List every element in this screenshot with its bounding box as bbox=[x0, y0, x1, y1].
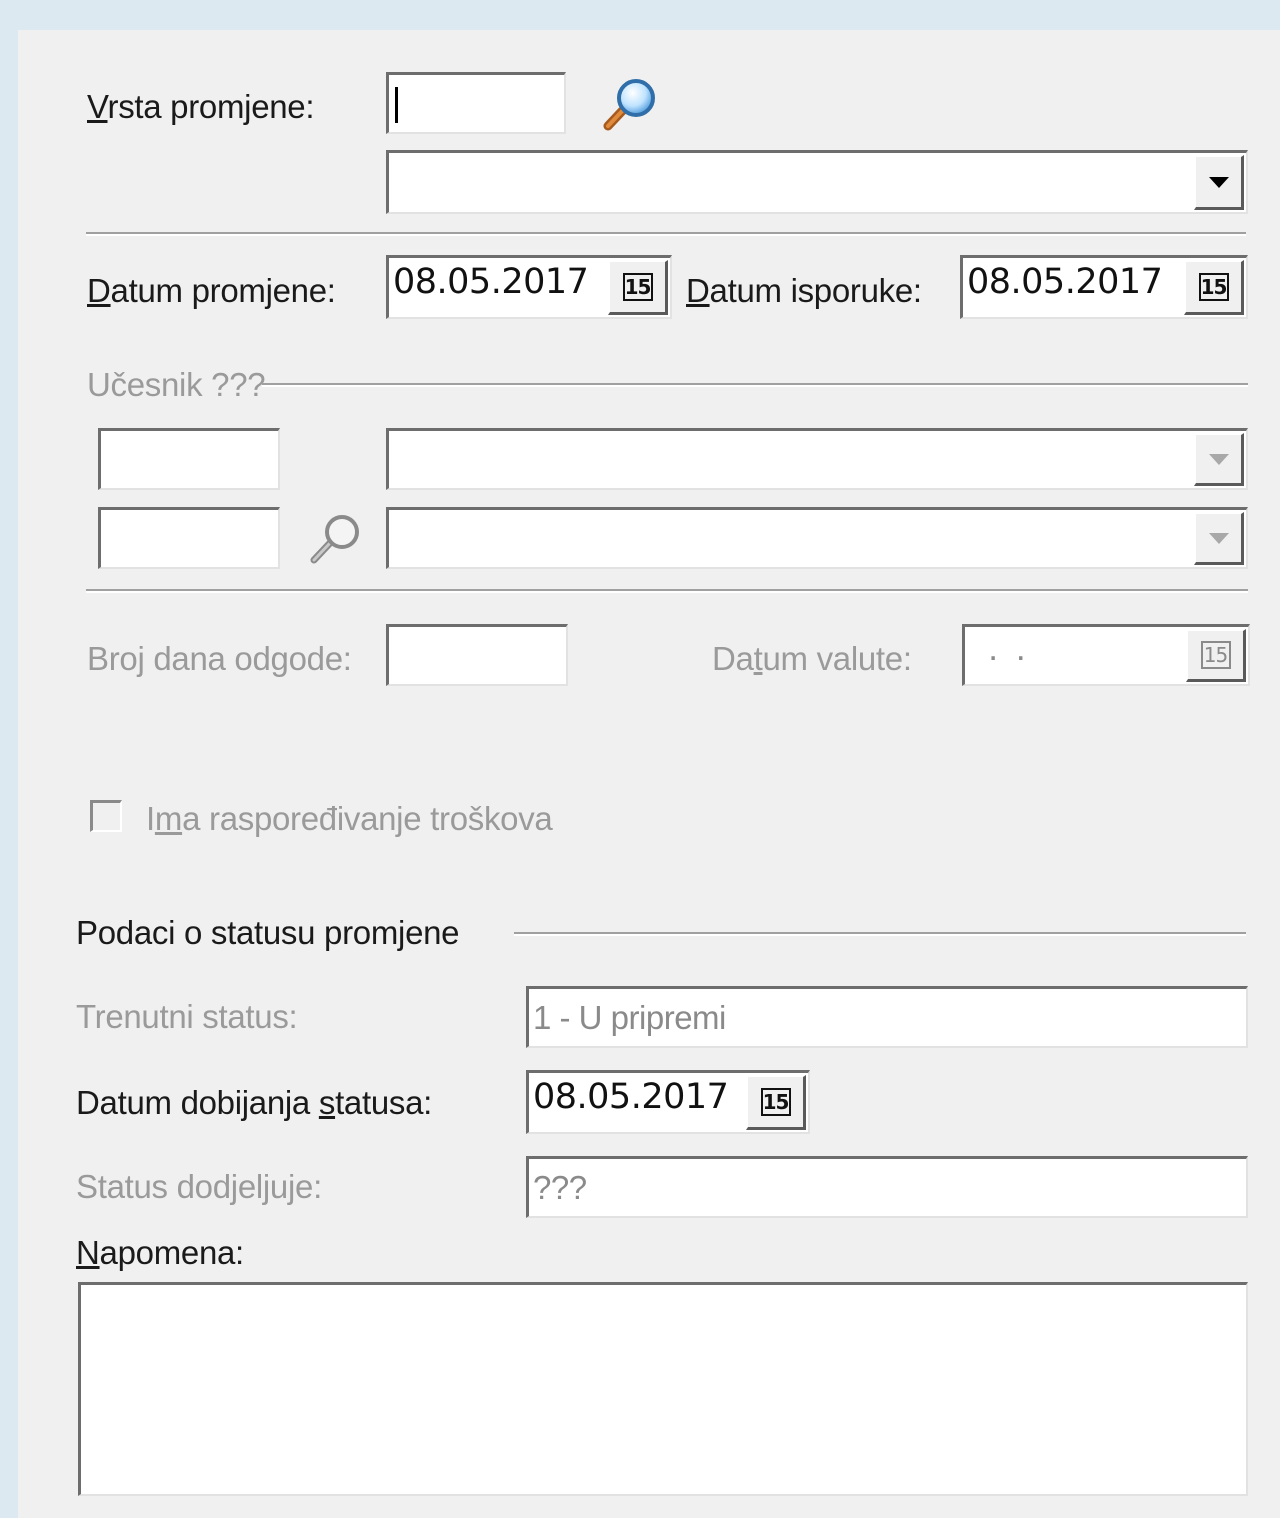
datum-isporuke-label: Datum isporuke: bbox=[686, 272, 922, 309]
status-dodjeljuje-label: Status dodjeljuje: bbox=[76, 1168, 322, 1205]
status-dodjeljuje-field: ??? bbox=[526, 1156, 1248, 1218]
text-caret bbox=[395, 87, 398, 123]
datum-promjene-calendar-button[interactable]: 15 bbox=[608, 260, 668, 315]
calendar-icon: 15 bbox=[760, 1088, 791, 1116]
calendar-icon: 15 bbox=[1200, 641, 1231, 669]
status-section-title: Podaci o statusu promjene bbox=[76, 914, 460, 951]
dropdown-button[interactable] bbox=[1194, 155, 1244, 210]
datum-promjene-input[interactable]: 08.05.2017 15 bbox=[386, 255, 672, 319]
vrsta-promjene-label: Vrsta promjene: bbox=[87, 88, 315, 125]
datum-dobijanja-calendar-button[interactable]: 15 bbox=[746, 1075, 806, 1130]
datum-dobijanja-statusa-input[interactable]: 08.05.2017 15 bbox=[526, 1070, 810, 1134]
datum-promjene-label: Datum promjene: bbox=[87, 272, 336, 309]
vrsta-promjene-select[interactable] bbox=[386, 150, 1248, 214]
datum-isporuke-calendar-button[interactable]: 15 bbox=[1184, 260, 1244, 315]
datum-valute-label: Datum valute: bbox=[712, 640, 912, 677]
magnifier-icon[interactable] bbox=[598, 76, 660, 134]
trenutni-status-field: 1 - U pripremi bbox=[526, 986, 1248, 1048]
chevron-down-icon bbox=[1208, 176, 1229, 188]
napomena-label: Napomena: bbox=[76, 1234, 244, 1271]
datum-valute-input[interactable]: . . 15 bbox=[962, 624, 1250, 686]
datum-valute-calendar-button[interactable]: 15 bbox=[1186, 629, 1246, 682]
datum-isporuke-input[interactable]: 08.05.2017 15 bbox=[960, 255, 1248, 319]
broj-dana-odgode-label: Broj dana odgode: bbox=[87, 640, 352, 677]
ucesnik-select-2[interactable] bbox=[386, 507, 1248, 569]
rasporedjivanje-label: Ima raspoređivanje troškova bbox=[146, 800, 553, 837]
ucesnik-select-1[interactable] bbox=[386, 428, 1248, 490]
group-bottom-line bbox=[86, 589, 1248, 593]
calendar-icon: 15 bbox=[622, 273, 653, 301]
group-top-line bbox=[262, 383, 1248, 387]
ucesnik-code-input-1[interactable] bbox=[98, 428, 280, 490]
chevron-down-icon bbox=[1208, 453, 1229, 465]
calendar-icon: 15 bbox=[1198, 273, 1229, 301]
napomena-textarea[interactable] bbox=[78, 1282, 1248, 1496]
dropdown-button[interactable] bbox=[1194, 433, 1244, 486]
magnifier-icon[interactable] bbox=[306, 512, 364, 568]
datum-dobijanja-statusa-label: Datum dobijanja statusa: bbox=[76, 1084, 433, 1121]
broj-dana-odgode-input[interactable] bbox=[386, 624, 568, 686]
ucesnik-code-input-2[interactable] bbox=[98, 507, 280, 569]
vrsta-promjene-code-input[interactable] bbox=[386, 72, 566, 134]
divider bbox=[86, 232, 1246, 236]
rasporedjivanje-checkbox[interactable] bbox=[90, 800, 122, 832]
chevron-down-icon bbox=[1208, 532, 1229, 544]
dropdown-button[interactable] bbox=[1194, 512, 1244, 565]
trenutni-status-label: Trenutni status: bbox=[76, 998, 298, 1035]
section-line bbox=[514, 932, 1246, 936]
ucesnik-group-label: Učesnik ??? bbox=[87, 366, 266, 403]
